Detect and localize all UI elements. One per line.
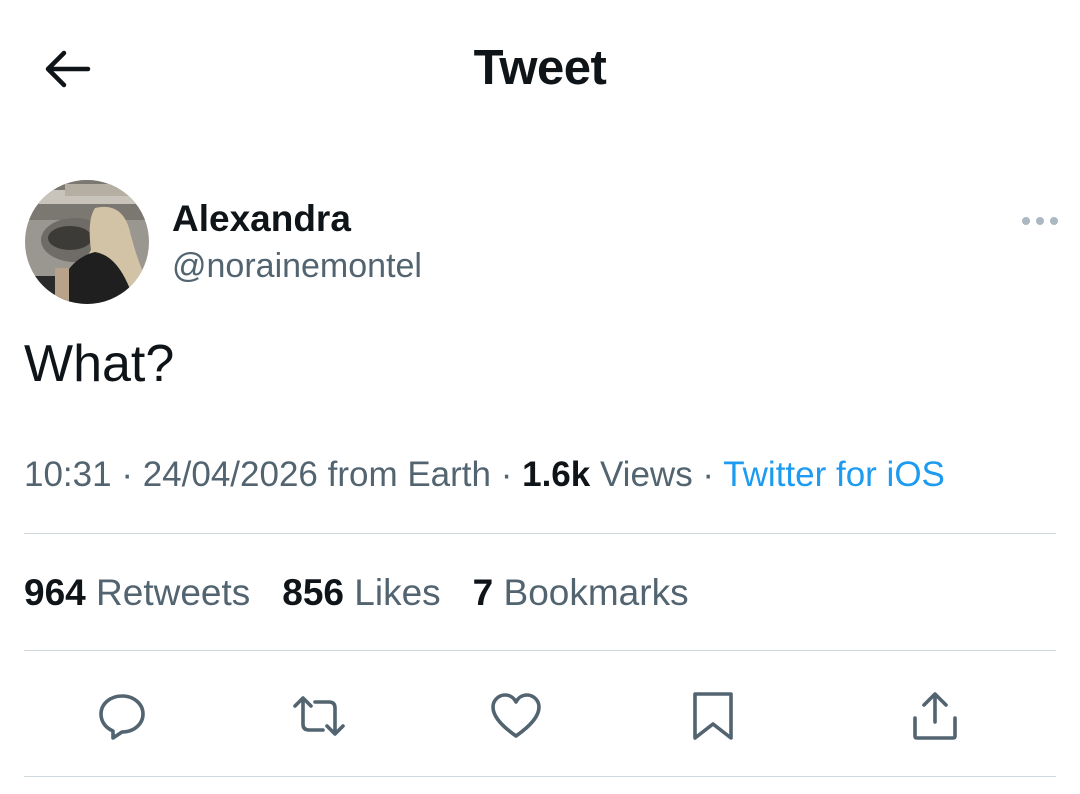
divider xyxy=(24,533,1056,534)
meta-separator: · xyxy=(491,455,523,494)
meta-separator: · xyxy=(111,455,143,494)
views-count: 1.6k xyxy=(522,455,591,494)
divider xyxy=(24,650,1056,651)
reply-button[interactable] xyxy=(92,686,152,746)
bookmarks-stat[interactable]: 7 Bookmarks xyxy=(473,572,689,614)
author-handle[interactable]: @norainemontel xyxy=(172,247,422,286)
retweet-icon xyxy=(293,696,345,736)
tweet-source-link[interactable]: Twitter for iOS xyxy=(723,455,945,494)
tweet-stats: 964 Retweets 856 Likes 7 Bookmarks xyxy=(24,572,689,614)
tweet-meta: 10:31 · 24/04/2026 from Earth · 1.6k Vie… xyxy=(24,455,945,495)
likes-stat[interactable]: 856 Likes xyxy=(282,572,440,614)
tweet-location: from Earth xyxy=(327,455,491,494)
retweet-button[interactable] xyxy=(289,686,349,746)
retweets-label: Retweets xyxy=(96,572,251,613)
likes-label: Likes xyxy=(354,572,441,613)
avatar[interactable] xyxy=(25,180,149,304)
more-options-button[interactable] xyxy=(1018,206,1062,236)
bookmark-button[interactable] xyxy=(683,686,743,746)
views-label: Views xyxy=(599,455,693,494)
author-display-name[interactable]: Alexandra xyxy=(172,198,351,240)
tweet-text: What? xyxy=(24,335,175,393)
meta-separator: · xyxy=(692,455,724,494)
reply-icon xyxy=(99,694,145,740)
bookmarks-label: Bookmarks xyxy=(503,572,689,613)
bookmark-icon xyxy=(693,692,733,740)
page-title: Tweet xyxy=(473,41,607,95)
more-horizontal-icon xyxy=(1022,217,1058,225)
heart-icon xyxy=(491,693,541,738)
tweet-time[interactable]: 10:31 xyxy=(24,455,112,494)
retweets-stat[interactable]: 964 Retweets xyxy=(24,572,250,614)
bookmarks-count: 7 xyxy=(472,572,494,613)
divider xyxy=(24,776,1056,777)
like-button[interactable] xyxy=(486,686,546,746)
share-icon xyxy=(913,692,957,740)
retweets-count: 964 xyxy=(24,572,86,613)
avatar-photo xyxy=(25,180,149,304)
tweet-detail-page: Tweet Alexandra @norainemontel What? 10:… xyxy=(0,0,1080,794)
share-button[interactable] xyxy=(905,686,965,746)
tweet-date[interactable]: 24/04/2026 xyxy=(143,455,318,494)
likes-count: 856 xyxy=(282,572,344,613)
